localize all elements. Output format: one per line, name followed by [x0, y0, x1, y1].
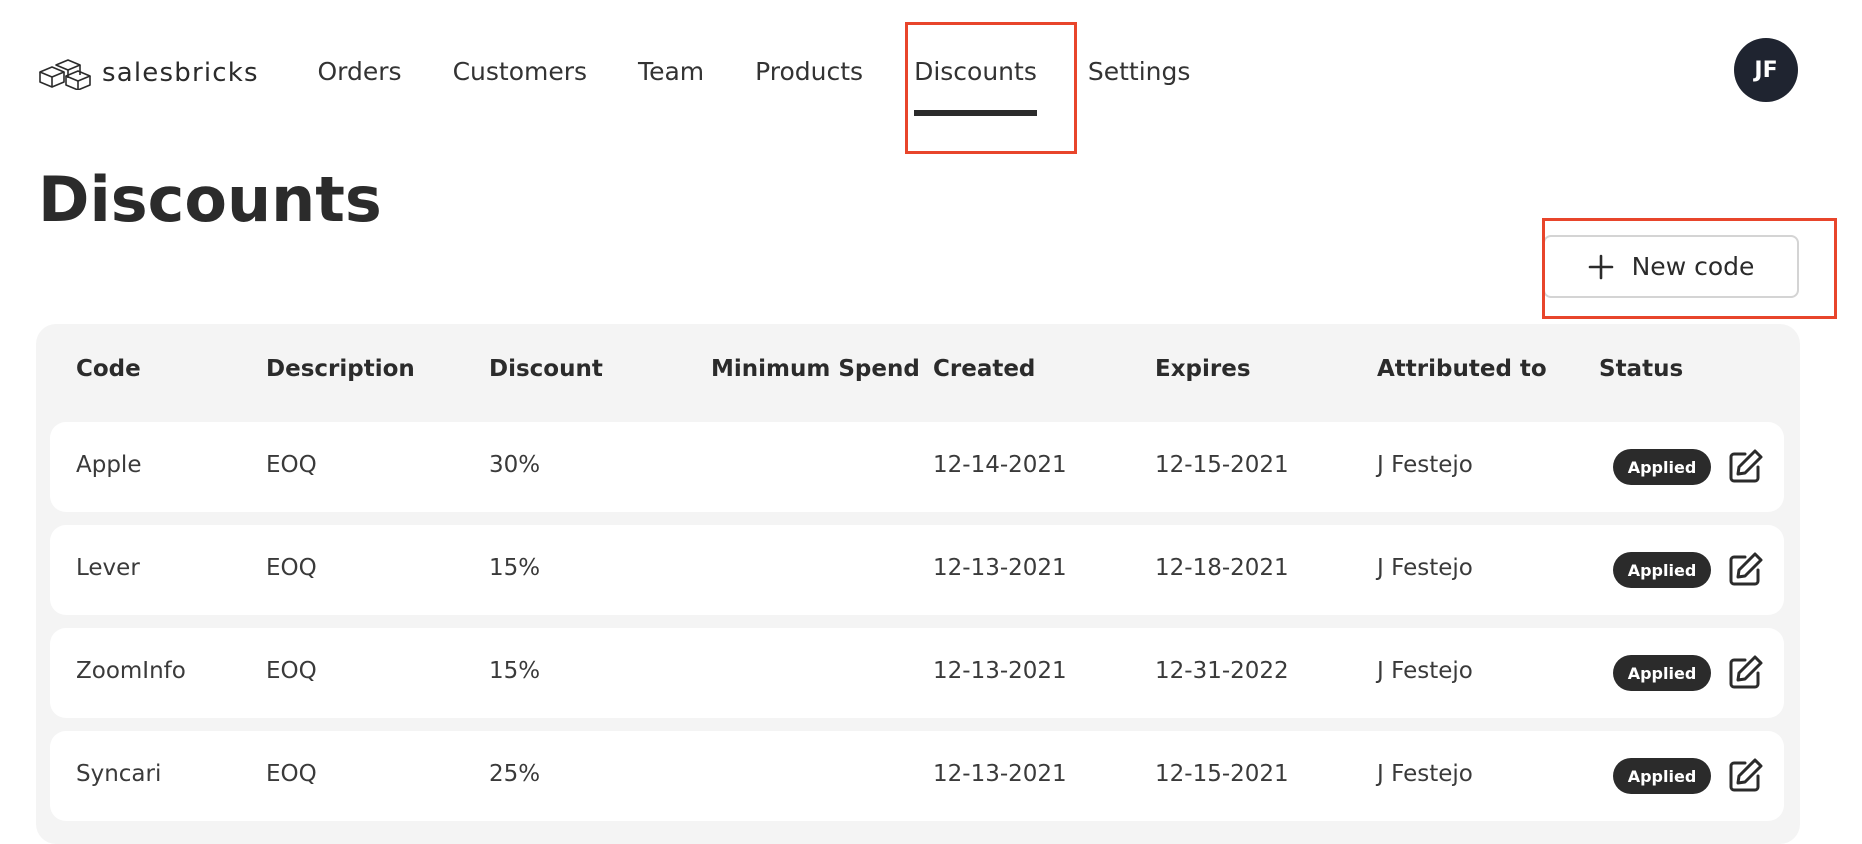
cell-created: 12-13-2021 — [933, 761, 1067, 787]
cell-attributed-to: J Festejo — [1377, 658, 1473, 684]
cell-expires: 12-15-2021 — [1155, 452, 1289, 478]
main-nav: Orders Customers Team Products Discounts… — [292, 52, 1216, 116]
cell-attributed-to: J Festejo — [1377, 555, 1473, 581]
brand-name: salesbricks — [102, 58, 259, 88]
plus-icon — [1588, 254, 1613, 279]
cell-discount: 15% — [489, 555, 541, 581]
page-title: Discounts — [38, 163, 382, 236]
cell-attributed-to: J Festejo — [1377, 761, 1473, 787]
cell-discount: 15% — [489, 658, 541, 684]
cell-created: 12-13-2021 — [933, 555, 1067, 581]
cell-expires: 12-15-2021 — [1155, 761, 1289, 787]
cell-attributed-to: J Festejo — [1377, 452, 1473, 478]
status-badge: Applied — [1613, 552, 1711, 588]
table-header: Code Description Discount Minimum Spend … — [36, 324, 1800, 418]
cell-code: Apple — [76, 452, 142, 478]
column-header-description: Description — [266, 356, 415, 382]
cell-discount: 30% — [489, 452, 541, 478]
nav-item-orders[interactable]: Orders — [292, 52, 427, 92]
column-header-minimum-spend: Minimum Spend — [711, 356, 920, 382]
column-header-status: Status — [1599, 356, 1684, 382]
edit-icon[interactable] — [1725, 550, 1765, 590]
cell-created: 12-13-2021 — [933, 658, 1067, 684]
top-navigation: salesbricks Orders Customers Team Produc… — [0, 0, 1862, 154]
cell-discount: 25% — [489, 761, 541, 787]
user-avatar[interactable]: JF — [1734, 38, 1798, 102]
status-badge: Applied — [1613, 655, 1711, 691]
column-header-created: Created — [933, 356, 1036, 382]
nav-item-customers[interactable]: Customers — [427, 52, 612, 92]
brand-logo[interactable]: salesbricks — [38, 56, 259, 90]
new-code-button[interactable]: New code — [1543, 235, 1799, 298]
table-row[interactable]: Syncari EOQ 25% 12-13-2021 12-15-2021 J … — [50, 731, 1784, 821]
status-badge: Applied — [1613, 758, 1711, 794]
new-code-label: New code — [1631, 252, 1755, 281]
cell-description: EOQ — [266, 452, 317, 478]
cell-description: EOQ — [266, 761, 317, 787]
table-row[interactable]: ZoomInfo EOQ 15% 12-13-2021 12-31-2022 J… — [50, 628, 1784, 718]
column-header-discount: Discount — [489, 356, 603, 382]
edit-icon[interactable] — [1725, 756, 1765, 796]
column-header-expires: Expires — [1155, 356, 1251, 382]
edit-icon[interactable] — [1725, 447, 1765, 487]
cell-code: Syncari — [76, 761, 162, 787]
discounts-table: Code Description Discount Minimum Spend … — [36, 324, 1800, 844]
cell-expires: 12-31-2022 — [1155, 658, 1289, 684]
nav-item-team[interactable]: Team — [613, 52, 730, 92]
bricks-logo-icon — [39, 59, 91, 90]
cell-description: EOQ — [266, 555, 317, 581]
nav-item-settings[interactable]: Settings — [1062, 52, 1216, 92]
cell-code: ZoomInfo — [76, 658, 186, 684]
table-row[interactable]: Apple EOQ 30% 12-14-2021 12-15-2021 J Fe… — [50, 422, 1784, 512]
cell-expires: 12-18-2021 — [1155, 555, 1289, 581]
table-row[interactable]: Lever EOQ 15% 12-13-2021 12-18-2021 J Fe… — [50, 525, 1784, 615]
column-header-code: Code — [76, 356, 141, 382]
cell-created: 12-14-2021 — [933, 452, 1067, 478]
status-badge: Applied — [1613, 449, 1711, 485]
nav-item-products[interactable]: Products — [730, 52, 889, 92]
nav-item-discounts[interactable]: Discounts — [889, 52, 1063, 116]
column-header-attributed-to: Attributed to — [1377, 356, 1547, 382]
cell-description: EOQ — [266, 658, 317, 684]
cell-code: Lever — [76, 555, 140, 581]
edit-icon[interactable] — [1725, 653, 1765, 693]
